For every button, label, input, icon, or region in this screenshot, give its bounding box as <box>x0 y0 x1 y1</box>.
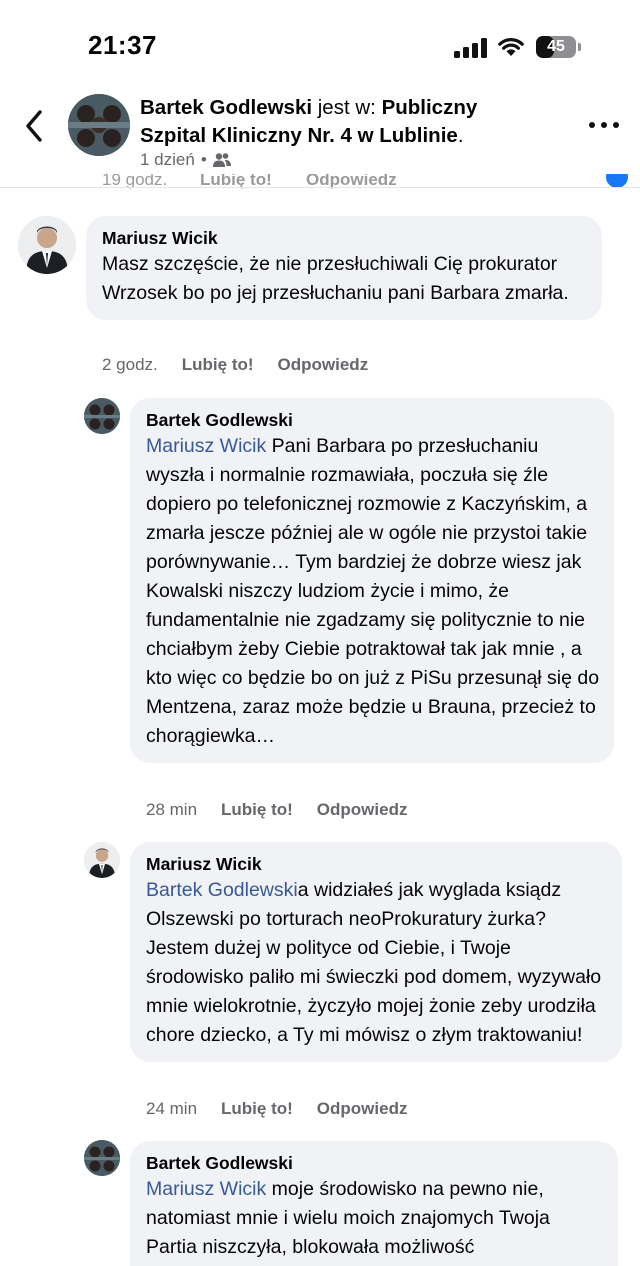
reply-button[interactable]: Odpowiedz <box>317 1099 408 1119</box>
post-title: Bartek Godlewski jest w: Publiczny Szpit… <box>140 94 540 150</box>
like-button[interactable]: Lubię to! <box>182 355 254 375</box>
comment-text: Masz szczęście, że nie przesłuchiwali Ci… <box>102 253 569 304</box>
more-options-icon[interactable] <box>588 120 620 130</box>
comment-time[interactable]: 28 min <box>146 800 197 820</box>
avatar-man-photo <box>18 216 76 274</box>
comment-body: Pani Barbara po przesłuchaniu wyszła i n… <box>146 435 600 747</box>
reply-button[interactable]: Odpowiedz <box>278 355 369 375</box>
like-button[interactable]: Lubię to! <box>221 800 293 820</box>
status-bar: 21:37 45 <box>0 0 640 90</box>
comment-bubble: Mariusz Wicik Bartek Godlewskia widziałe… <box>130 842 622 1062</box>
avatar[interactable] <box>84 842 120 878</box>
comment-text: Bartek Godlewskia widziałeś jak wyglada … <box>146 876 608 1050</box>
comment-author[interactable]: Bartek Godlewski <box>146 408 600 432</box>
post-meta: 1 dzień • <box>140 150 231 170</box>
avatar-group-photo <box>68 94 130 156</box>
avatar-group-photo <box>84 398 120 434</box>
comment-author[interactable]: Mariusz Wicik <box>102 226 588 250</box>
like-button[interactable]: Lubię to! <box>221 1099 293 1119</box>
post-author[interactable]: Bartek Godlewski <box>140 96 312 119</box>
comment-body: a widziałeś jak wyglada ksiądz Olszewski… <box>146 879 602 1046</box>
comment-time[interactable]: 2 godz. <box>102 355 158 375</box>
post-period: . <box>457 124 464 147</box>
battery-icon: 45 <box>536 36 576 58</box>
reply-button[interactable]: Odpowiedz <box>317 800 408 820</box>
avatar-man-photo <box>84 842 120 878</box>
comment-text: Mariusz Wicik moje środowisko na pewno n… <box>146 1175 604 1262</box>
comment-text: Mariusz Wicik Pani Barbara po przesłucha… <box>146 432 600 751</box>
avatar[interactable] <box>84 398 120 434</box>
comment-bubble: Mariusz Wicik Masz szczęście, że nie prz… <box>86 216 602 320</box>
comment-bubble: Bartek Godlewski Mariusz Wicik Pani Barb… <box>130 398 614 763</box>
chevron-left-icon[interactable] <box>20 108 50 144</box>
post-time[interactable]: 1 dzień <box>140 150 195 170</box>
wifi-icon <box>498 38 524 56</box>
meta-dot: • <box>200 150 207 169</box>
battery-level: 45 <box>547 38 565 55</box>
reaction-icon <box>606 174 628 188</box>
avatar[interactable] <box>18 216 76 274</box>
comment-actions: 2 godz. Lubię to! Odpowiedz <box>102 355 368 375</box>
mention-link[interactable]: Bartek Godlewski <box>146 879 298 901</box>
post-connector: jest w: <box>317 96 376 119</box>
avatar[interactable] <box>84 1140 120 1176</box>
mention-link[interactable]: Mariusz Wicik <box>146 435 266 457</box>
comment-author[interactable]: Bartek Godlewski <box>146 1151 604 1175</box>
cellular-signal-icon <box>454 38 488 58</box>
friends-icon <box>212 153 231 167</box>
comment-bubble: Bartek Godlewski Mariusz Wicik moje środ… <box>130 1141 618 1266</box>
comment-author[interactable]: Mariusz Wicik <box>146 852 608 876</box>
mention-link[interactable]: Mariusz Wicik <box>146 1178 266 1200</box>
header-divider <box>0 187 640 188</box>
comment-time[interactable]: 24 min <box>146 1099 197 1119</box>
comment-actions: 24 min Lubię to! Odpowiedz <box>146 1099 407 1119</box>
status-time: 21:37 <box>88 30 157 60</box>
avatar[interactable] <box>68 94 130 156</box>
battery-cap <box>578 43 581 51</box>
comment-actions: 28 min Lubię to! Odpowiedz <box>146 800 407 820</box>
avatar-group-photo <box>84 1140 120 1176</box>
